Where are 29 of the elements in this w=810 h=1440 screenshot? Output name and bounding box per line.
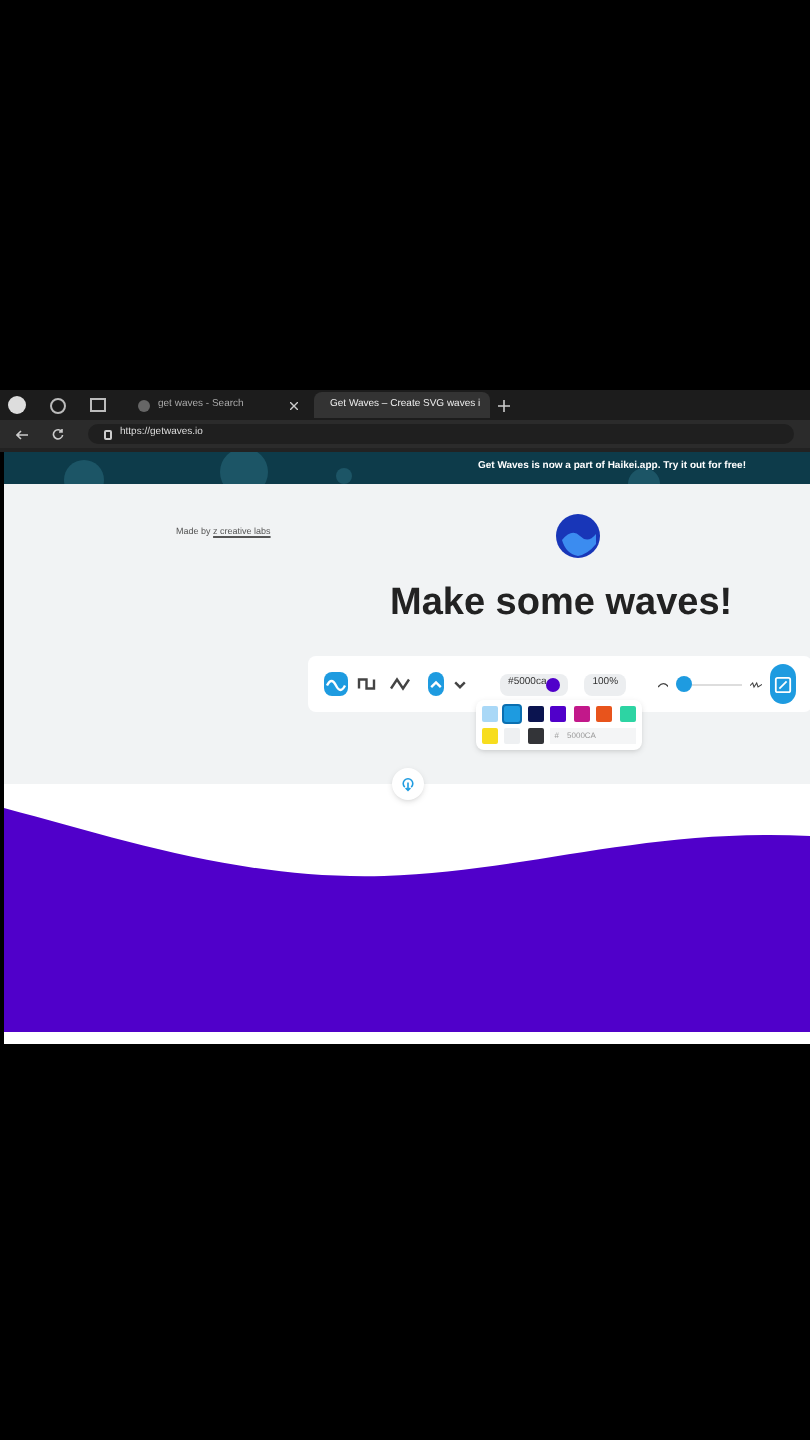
heading: Make some waves! — [390, 580, 735, 628]
color-swatch[interactable] — [527, 706, 544, 722]
back-icon[interactable] — [16, 429, 28, 439]
profile-icon[interactable] — [8, 396, 26, 414]
reload-icon[interactable] — [52, 428, 64, 440]
dropdown-icon[interactable] — [452, 676, 469, 692]
color-swatch[interactable] — [527, 728, 544, 744]
complexity-slider[interactable] — [676, 676, 742, 692]
color-swatch[interactable] — [619, 706, 636, 722]
color-swatch[interactable] — [573, 706, 590, 722]
download-button[interactable] — [391, 768, 423, 800]
tab-actions-icon[interactable] — [90, 398, 106, 412]
randomize-button[interactable] — [769, 664, 796, 704]
slider-thumb[interactable] — [675, 676, 692, 692]
close-icon[interactable] — [290, 401, 298, 409]
color-swatch[interactable] — [550, 706, 567, 722]
wave-type-button[interactable] — [388, 672, 412, 696]
smooth-wave-icon — [658, 679, 669, 689]
workspaces-icon[interactable] — [50, 397, 66, 413]
jagged-wave-icon — [749, 679, 762, 689]
download-icon — [399, 776, 415, 792]
edit-icon — [773, 675, 792, 693]
color-swatch[interactable] — [482, 706, 498, 722]
logo-icon — [556, 514, 601, 558]
color-swatch[interactable] — [596, 706, 613, 722]
wave-type-button[interactable] — [356, 672, 380, 696]
new-tab-icon[interactable] — [498, 399, 510, 411]
color-swatch[interactable] — [482, 728, 498, 744]
color-swatch[interactable] — [504, 706, 521, 722]
